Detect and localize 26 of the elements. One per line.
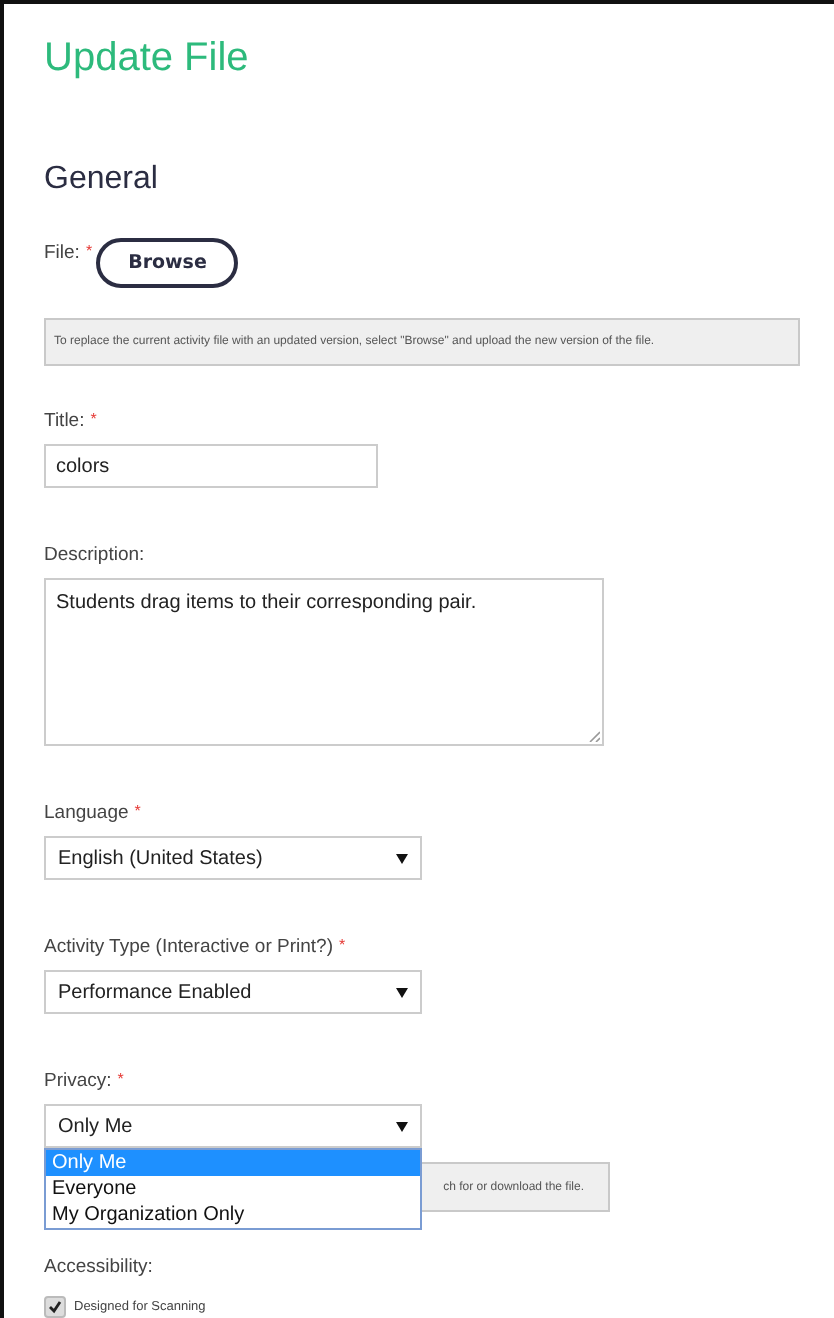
checkbox[interactable] [44, 1296, 66, 1318]
required-asterisk: * [90, 410, 97, 428]
caret-icon [396, 853, 408, 863]
required-asterisk: * [117, 1070, 124, 1088]
field-label: Activity Type (Interactive or Print?) [44, 936, 333, 958]
field-label: Language [44, 802, 129, 824]
privacy-select[interactable]: Only Me [44, 1104, 422, 1148]
title-input[interactable]: colors [44, 444, 378, 488]
activity-type-select[interactable]: Performance Enabled [44, 970, 422, 1014]
field-label: Privacy: [44, 1070, 112, 1092]
required-asterisk: * [134, 802, 141, 820]
field-label: Description: [44, 544, 145, 566]
page-title: Update File [44, 36, 251, 82]
language-select[interactable]: English (United States) [44, 836, 422, 880]
required-asterisk: * [85, 242, 93, 260]
section-heading: General [44, 162, 160, 198]
required-asterisk: * [339, 936, 346, 954]
dropdown-option[interactable]: Everyone [46, 1176, 420, 1202]
field-label: File: [44, 242, 80, 264]
caret-icon [396, 987, 408, 997]
caret-icon [396, 1121, 408, 1131]
description-textarea[interactable]: Students drag items to their corresponding pair. [44, 578, 604, 746]
resize-grip-icon[interactable] [588, 730, 600, 742]
field-label: Title: [44, 410, 85, 432]
browse-button[interactable]: Browse [96, 238, 239, 288]
field-label: Accessibility: [44, 1256, 153, 1278]
